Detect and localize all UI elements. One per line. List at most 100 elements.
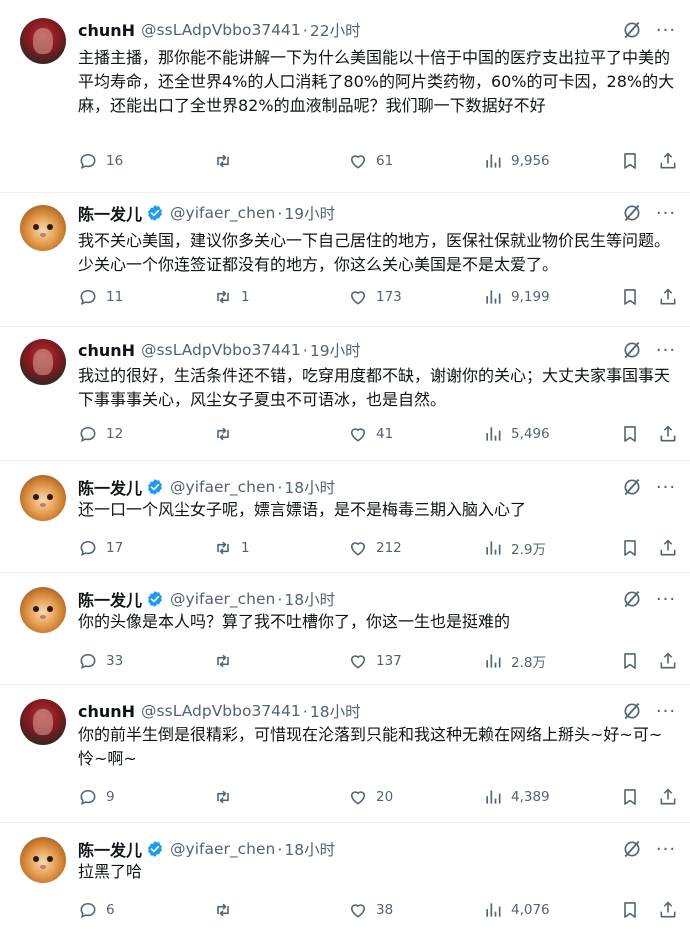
like-count: 137 (376, 653, 402, 669)
bookmark-icon (624, 289, 636, 305)
reply-button[interactable]: 17 (78, 538, 123, 558)
timestamp[interactable]: 19小时 (284, 202, 335, 224)
views-button[interactable]: 2.9万 (483, 538, 546, 558)
bookmark-button[interactable] (620, 787, 640, 807)
author-handle[interactable]: @yifaer_chen (170, 590, 275, 608)
reply-button[interactable]: 33 (78, 651, 123, 671)
reply-button[interactable]: 11 (78, 287, 123, 307)
timestamp[interactable]: 19小时 (310, 339, 361, 361)
bookmark-button[interactable] (620, 538, 640, 558)
timestamp[interactable]: 18小时 (310, 700, 361, 722)
reply-button[interactable]: 9 (78, 787, 115, 807)
grok-icon[interactable] (622, 20, 642, 40)
views-chart-icon (486, 290, 501, 304)
heart-icon (350, 904, 366, 918)
share-button[interactable] (658, 651, 678, 671)
share-button[interactable] (658, 787, 678, 807)
tweet-item[interactable]: 陈一发儿 @yifaer_chen · 18小时 ··· 拉黑了哈 6 38 4… (0, 823, 690, 937)
grok-icon[interactable] (622, 477, 642, 497)
reply-button[interactable]: 6 (78, 900, 115, 920)
like-button[interactable]: 38 (348, 900, 393, 920)
views-button[interactable]: 4,389 (483, 787, 550, 807)
more-icon[interactable]: ··· (656, 477, 676, 498)
grok-icon[interactable] (622, 340, 642, 360)
like-button[interactable]: 212 (348, 538, 402, 558)
tweet-header: chunH @ssLAdpVbbo37441 · 18小时 (78, 699, 361, 723)
tweet-item[interactable]: chunH @ssLAdpVbbo37441 · 19小时 ··· 我过的很好，… (0, 327, 690, 461)
author-handle[interactable]: @ssLAdpVbbo37441 (141, 21, 301, 39)
author-name[interactable]: 陈一发儿 (78, 587, 142, 611)
share-button[interactable] (658, 151, 678, 171)
avatar[interactable] (20, 837, 66, 883)
author-name[interactable]: 陈一发儿 (78, 475, 142, 499)
tweet-item[interactable]: chunH @ssLAdpVbbo37441 · 18小时 ··· 你的前半生倒… (0, 685, 690, 823)
more-icon[interactable]: ··· (656, 203, 676, 224)
share-button[interactable] (658, 900, 678, 920)
share-button[interactable] (658, 538, 678, 558)
retweet-button[interactable] (213, 651, 241, 671)
bookmark-button[interactable] (620, 287, 640, 307)
author-name[interactable]: chunH (78, 702, 135, 721)
avatar[interactable] (20, 699, 66, 745)
like-button[interactable]: 20 (348, 787, 393, 807)
timestamp[interactable]: 18小时 (284, 588, 335, 610)
author-handle[interactable]: @yifaer_chen (170, 840, 275, 858)
views-button[interactable]: 4,076 (483, 900, 550, 920)
tweet-item[interactable]: 陈一发儿 @yifaer_chen · 18小时 ··· 还一口一个风尘女子呢，… (0, 461, 690, 573)
like-button[interactable]: 61 (348, 151, 393, 171)
more-icon[interactable]: ··· (656, 340, 676, 361)
tweet-item[interactable]: 陈一发儿 @yifaer_chen · 19小时 ··· 我不关心美国，建议你多… (0, 193, 690, 327)
author-name[interactable]: chunH (78, 21, 135, 40)
tweet-item[interactable]: chunH @ssLAdpVbbo37441 · 22小时 ··· 主播主播，那… (0, 0, 690, 193)
like-button[interactable]: 173 (348, 287, 402, 307)
timestamp[interactable]: 18小时 (284, 476, 335, 498)
grok-icon[interactable] (622, 589, 642, 609)
bookmark-button[interactable] (620, 424, 640, 444)
bookmark-icon (624, 426, 636, 442)
author-handle[interactable]: @yifaer_chen (170, 478, 275, 496)
grok-icon[interactable] (622, 203, 642, 223)
tweet-text: 主播主播，那你能不能讲解一下为什么美国能以十倍于中国的医疗支出拉平了中美的平均寿… (78, 48, 675, 115)
share-button[interactable] (658, 424, 678, 444)
author-name[interactable]: 陈一发儿 (78, 837, 142, 861)
bookmark-button[interactable] (620, 651, 640, 671)
retweet-button[interactable]: 1 (213, 538, 250, 558)
tweet-header: chunH @ssLAdpVbbo37441 · 22小时 (78, 18, 361, 42)
reply-button[interactable]: 16 (78, 151, 123, 171)
grok-icon[interactable] (622, 701, 642, 721)
like-button[interactable]: 137 (348, 651, 402, 671)
more-icon[interactable]: ··· (656, 589, 676, 610)
reply-button[interactable]: 12 (78, 424, 123, 444)
avatar[interactable] (20, 475, 66, 521)
timestamp[interactable]: 18小时 (284, 838, 335, 860)
views-button[interactable]: 9,956 (483, 151, 550, 171)
retweet-button[interactable] (213, 787, 241, 807)
avatar[interactable] (20, 587, 66, 633)
avatar[interactable] (20, 205, 66, 251)
more-icon[interactable]: ··· (656, 839, 676, 860)
retweet-button[interactable] (213, 424, 241, 444)
author-name[interactable]: chunH (78, 341, 135, 360)
verified-badge-icon (148, 841, 162, 857)
author-handle[interactable]: @ssLAdpVbbo37441 (141, 702, 301, 720)
timestamp[interactable]: 22小时 (310, 19, 361, 41)
avatar[interactable] (20, 18, 66, 64)
avatar[interactable] (20, 339, 66, 385)
more-icon[interactable]: ··· (656, 20, 676, 41)
author-handle[interactable]: @ssLAdpVbbo37441 (141, 341, 301, 359)
views-button[interactable]: 9,199 (483, 287, 550, 307)
like-button[interactable]: 41 (348, 424, 393, 444)
author-handle[interactable]: @yifaer_chen (170, 204, 275, 222)
retweet-button[interactable] (213, 900, 241, 920)
bookmark-button[interactable] (620, 151, 640, 171)
retweet-button[interactable]: 1 (213, 287, 250, 307)
bookmark-button[interactable] (620, 900, 640, 920)
author-name[interactable]: 陈一发儿 (78, 201, 142, 225)
more-icon[interactable]: ··· (656, 701, 676, 722)
share-button[interactable] (658, 287, 678, 307)
views-button[interactable]: 2.8万 (483, 651, 546, 671)
retweet-button[interactable] (213, 151, 241, 171)
views-button[interactable]: 5,496 (483, 424, 550, 444)
grok-icon[interactable] (622, 839, 642, 859)
tweet-item[interactable]: 陈一发儿 @yifaer_chen · 18小时 ··· 你的头像是本人吗？算了… (0, 573, 690, 685)
